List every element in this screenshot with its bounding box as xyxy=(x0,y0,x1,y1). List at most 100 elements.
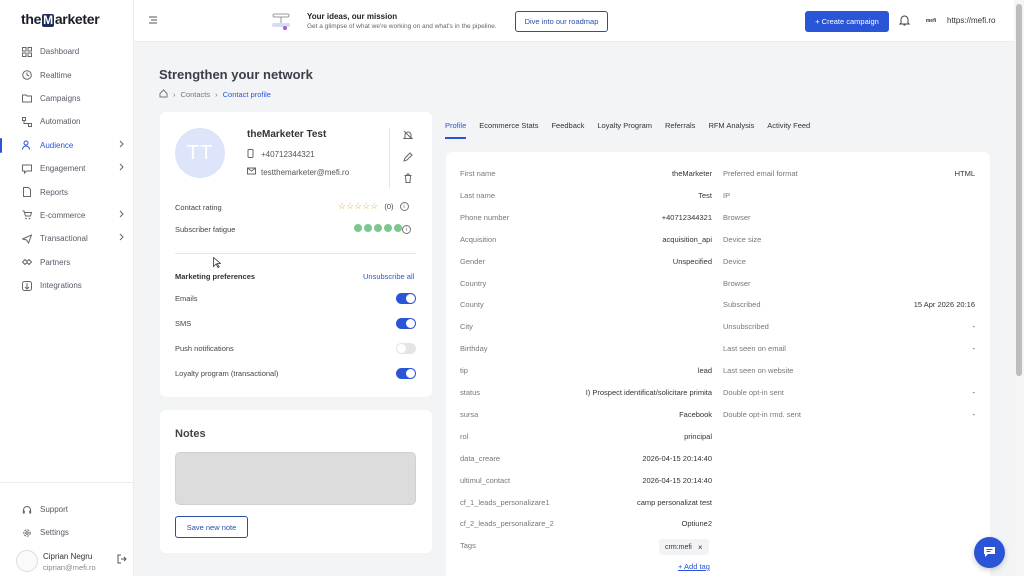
pref-emails-toggle[interactable] xyxy=(396,293,416,304)
close-icon[interactable]: × xyxy=(698,543,703,552)
sidebar-item-ecommerce[interactable]: E-commerce xyxy=(0,204,134,227)
sidebar-item-partners[interactable]: Partners xyxy=(0,251,134,274)
sidebar-item-integrations[interactable]: Integrations xyxy=(0,274,134,297)
folder-icon xyxy=(22,93,32,103)
info-icon[interactable]: i xyxy=(402,225,411,234)
fatigue-dot xyxy=(374,224,382,232)
sidebar-item-engagement[interactable]: Engagement xyxy=(0,157,134,180)
send-icon xyxy=(22,234,32,244)
field-label: Acquisition xyxy=(460,234,497,244)
sidebar-item-dashboard[interactable]: Dashboard xyxy=(0,40,134,63)
info-icon[interactable]: i xyxy=(399,202,409,211)
breadcrumb-contacts[interactable]: Contacts xyxy=(181,90,211,99)
contact-rating[interactable]: ☆☆☆☆☆ (0) i xyxy=(338,201,409,212)
field-label: City xyxy=(460,322,473,332)
account-logo[interactable]: mefi xyxy=(920,13,942,29)
roadmap-illustration-icon xyxy=(270,10,292,32)
tab-feedback[interactable]: Feedback xyxy=(551,121,584,139)
divider xyxy=(175,253,416,254)
pref-loyalty-label: Loyalty program (transactional) xyxy=(175,369,279,378)
sidebar-item-label: Dashboard xyxy=(40,47,80,57)
sidebar-item-realtime[interactable]: Realtime xyxy=(0,63,134,86)
sidebar-item-label: Support xyxy=(40,505,69,514)
unsubscribe-all-link[interactable]: Unsubscribe all xyxy=(363,272,414,281)
gear-icon xyxy=(22,528,32,538)
tab-activity-feed[interactable]: Activity Feed xyxy=(767,121,810,139)
logo-text-m: M xyxy=(42,13,54,27)
menu-toggle-icon[interactable] xyxy=(148,15,158,27)
field-value: - xyxy=(972,409,976,419)
field-value: lead xyxy=(697,366,712,376)
field-value: Facebook xyxy=(679,409,712,419)
tab-referrals[interactable]: Referrals xyxy=(665,121,695,139)
roadmap-button[interactable]: Dive into our roadmap xyxy=(515,11,608,32)
field-label: IP xyxy=(723,190,731,200)
page-title: Strengthen your network xyxy=(159,67,313,82)
field-label: Phone number xyxy=(460,212,510,222)
tab-rfm-analysis[interactable]: RFM Analysis xyxy=(708,121,754,139)
breadcrumb-separator-icon: › xyxy=(173,90,176,99)
page-scrollbar[interactable] xyxy=(1014,0,1024,576)
notes-textarea[interactable] xyxy=(175,452,416,505)
field-label: Device size xyxy=(723,234,762,244)
field-label: Birthday xyxy=(460,344,488,354)
trash-icon[interactable] xyxy=(403,173,413,185)
sidebar-item-automation[interactable]: Automation xyxy=(0,110,134,133)
top-bar: Your ideas, our mission Get a glimpse of… xyxy=(134,0,1014,42)
bell-icon[interactable] xyxy=(898,14,911,28)
field-label: sursa xyxy=(460,409,479,419)
add-tag-link[interactable]: + Add tag xyxy=(678,562,710,571)
tab-loyalty-program[interactable]: Loyalty Program xyxy=(597,121,652,139)
contact-phone-value: +40712344321 xyxy=(261,150,315,159)
tab-ecommerce-stats[interactable]: Ecommerce Stats xyxy=(479,121,538,139)
chat-widget-button[interactable] xyxy=(974,537,1005,568)
pref-sms-toggle[interactable] xyxy=(396,318,416,329)
pref-push-toggle[interactable] xyxy=(396,343,416,354)
field-label: Unsubscribed xyxy=(723,322,769,332)
sidebar-item-audience[interactable]: Audience xyxy=(0,134,134,157)
tag-chip-label: crm:mefi xyxy=(665,543,692,551)
save-note-button[interactable]: Save new note xyxy=(175,516,248,538)
field-label: ultimul_contact xyxy=(460,475,511,485)
field-label: tip xyxy=(460,366,468,376)
home-icon[interactable] xyxy=(159,89,168,100)
fatigue-dot xyxy=(384,224,392,232)
edit-icon[interactable] xyxy=(403,152,413,164)
notes-card: Notes Save new note xyxy=(160,410,432,553)
users-icon xyxy=(22,140,32,150)
field-label: First name xyxy=(460,169,496,178)
tab-profile[interactable]: Profile xyxy=(445,121,467,139)
sidebar-item-label: Engagement xyxy=(40,164,86,174)
sidebar-item-reports[interactable]: Reports xyxy=(0,180,134,203)
field-value: 15 Apr 2026 20:16 xyxy=(913,300,975,310)
chat-icon xyxy=(22,164,32,174)
sidebar-item-settings[interactable]: Settings xyxy=(0,521,134,544)
field-value: HTML xyxy=(954,169,975,178)
sidebar-item-label: Integrations xyxy=(40,281,82,291)
field-value: - xyxy=(972,344,976,354)
clock-icon xyxy=(22,70,32,80)
chevron-right-icon xyxy=(119,210,125,220)
field-label: Double opt-in rmd. sent xyxy=(723,409,801,419)
account-url[interactable]: https://mefi.ro xyxy=(947,16,995,25)
contact-avatar: TT xyxy=(175,128,225,178)
field-label: Tags xyxy=(460,541,476,551)
pref-loyalty-toggle[interactable] xyxy=(396,368,416,379)
create-campaign-button[interactable]: + Create campaign xyxy=(805,11,889,32)
sidebar-item-campaigns[interactable]: Campaigns xyxy=(0,87,134,110)
logout-icon[interactable] xyxy=(117,554,127,566)
document-icon xyxy=(22,187,32,198)
sidebar-item-transactional[interactable]: Transactional xyxy=(0,227,134,250)
field-value: Optiune2 xyxy=(681,519,712,529)
chevron-right-icon xyxy=(119,140,125,150)
headset-icon xyxy=(22,505,32,515)
unsubscribe-bell-icon[interactable] xyxy=(402,130,414,142)
user-profile[interactable]: Ciprian Negru ciprian@mefi.ro xyxy=(16,548,134,574)
field-value: principal xyxy=(684,431,712,441)
app-logo[interactable]: the Marketer xyxy=(21,11,100,27)
sidebar-item-support[interactable]: Support xyxy=(0,498,134,521)
rating-count: (0) xyxy=(384,202,394,211)
scrollbar-thumb[interactable] xyxy=(1016,4,1022,376)
logo-text-pre: the xyxy=(21,11,42,27)
rating-stars[interactable]: ☆☆☆☆☆ xyxy=(338,201,378,212)
